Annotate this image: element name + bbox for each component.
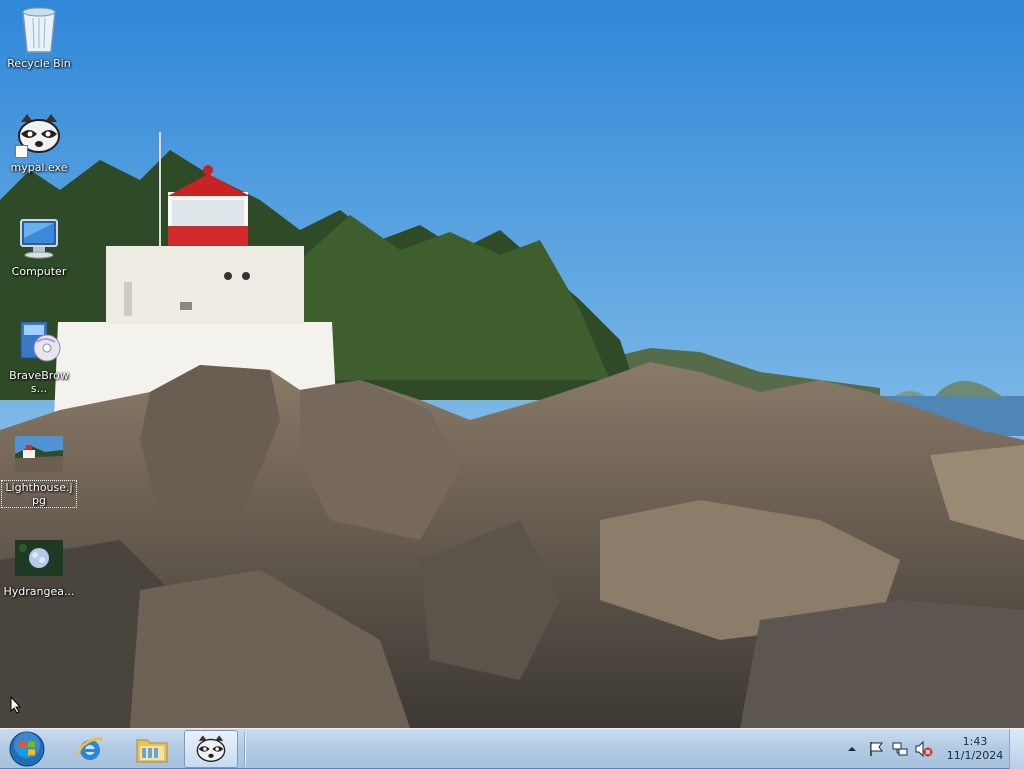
clock[interactable]: 1:43 11/1/2024: [946, 735, 1004, 763]
clock-time: 1:43: [962, 735, 988, 748]
taskbar-mypal-button[interactable]: [184, 730, 238, 768]
installer-icon: [15, 318, 63, 366]
wallpaper-lighthouse: [0, 0, 1024, 728]
taskbar-explorer-button[interactable]: [128, 730, 176, 768]
desktop-icon-label: mypal.exe: [10, 161, 68, 174]
desktop-icon-label: Computer: [11, 265, 67, 278]
taskbar-divider: [244, 732, 246, 766]
desktop-icon-mypal[interactable]: mypal.exe: [2, 110, 76, 174]
desktop-icon-hydrangea[interactable]: Hydrangea...: [2, 534, 76, 598]
windows-orb-icon: [9, 731, 45, 767]
taskbar-ie-button[interactable]: [66, 730, 114, 768]
image-thumbnail-icon: [15, 430, 63, 478]
taskbar: 1:43 11/1/2024: [0, 728, 1024, 769]
mouse-cursor-icon: [10, 696, 22, 714]
ie-icon: [76, 737, 103, 760]
desktop-icon-bravebrowser[interactable]: BraveBrows...: [2, 318, 76, 395]
raccoon-app-icon: [15, 110, 63, 158]
system-tray: 1:43 11/1/2024: [840, 729, 1004, 769]
speaker-muted-icon[interactable]: [915, 740, 933, 758]
desktop[interactable]: Recycle Bin mypal.exe Computer BraveBrow…: [0, 0, 1024, 728]
desktop-icon-recycle-bin[interactable]: Recycle Bin: [2, 6, 76, 70]
desktop-icon-lighthouse-jpg[interactable]: Lighthouse.jpg: [1, 430, 77, 508]
recycle-bin-icon: [15, 6, 63, 54]
shortcut-arrow-icon: [15, 145, 28, 158]
start-button[interactable]: [4, 730, 50, 768]
chevron-up-icon[interactable]: [843, 740, 861, 758]
desktop-icon-computer[interactable]: Computer: [2, 214, 76, 278]
desktop-icon-label: Recycle Bin: [7, 57, 71, 70]
folder-icon: [136, 739, 168, 763]
show-desktop-button[interactable]: [1009, 729, 1024, 769]
desktop-icon-label: Hydrangea...: [3, 585, 75, 598]
network-icon[interactable]: [891, 740, 909, 758]
flag-icon[interactable]: [867, 740, 885, 758]
desktop-icon-label: BraveBrows...: [9, 369, 69, 395]
clock-date: 11/1/2024: [946, 749, 1004, 762]
computer-icon: [15, 214, 63, 262]
desktop-icon-label: Lighthouse.jpg: [1, 480, 77, 508]
image-thumbnail-icon: [15, 534, 63, 582]
raccoon-app-icon: [196, 735, 226, 762]
